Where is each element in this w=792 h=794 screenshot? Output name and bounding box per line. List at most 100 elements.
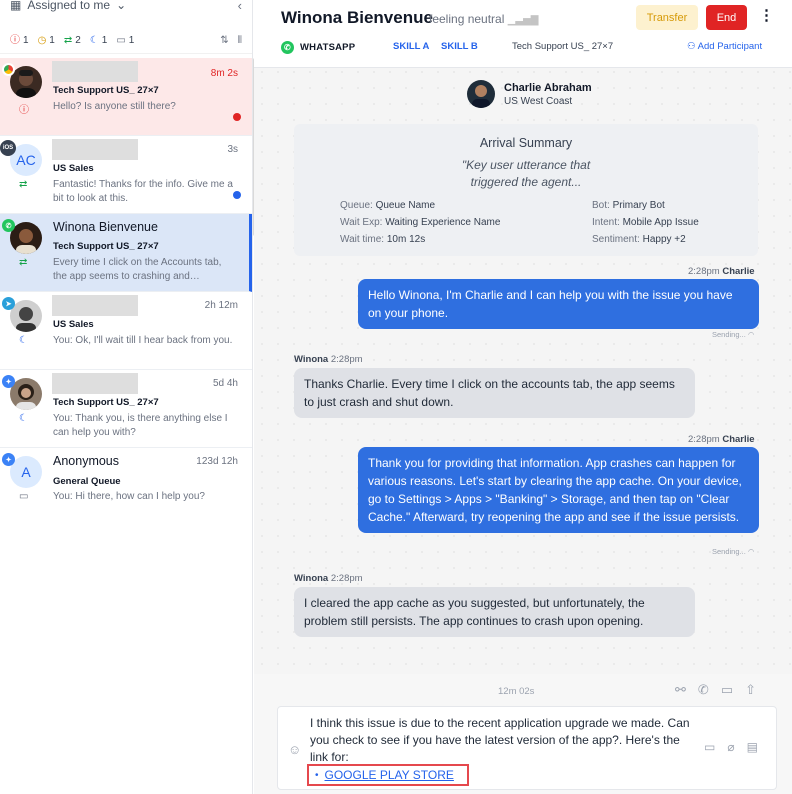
google-play-store-link[interactable]: GOOGLE PLAY STORE bbox=[325, 768, 454, 782]
conversation-preview: You: Thank you, is there anything else I… bbox=[53, 413, 228, 438]
agent-avatar bbox=[467, 80, 495, 108]
redacted-name bbox=[52, 139, 138, 160]
filter-transfer[interactable]: ⇄ 2 bbox=[64, 35, 81, 46]
conversation-queue: US Sales bbox=[53, 163, 94, 174]
bullet: • bbox=[315, 769, 319, 781]
agent-location: US West Coast bbox=[504, 95, 573, 107]
chat-panel: Winona Bienvenue feeling neutral ▁▃▅▇ Tr… bbox=[254, 0, 792, 794]
moon-icon: ☾ bbox=[19, 413, 28, 424]
assigned-label: Assigned to me bbox=[27, 0, 111, 12]
transfer-button[interactable]: Transfer bbox=[636, 5, 698, 30]
video-icon[interactable]: ▭ bbox=[721, 682, 733, 698]
agent-card: Charlie Abraham US West Coast bbox=[467, 80, 592, 108]
clock-icon: ◷ bbox=[37, 34, 47, 46]
conversation-item[interactable]: ⓘ 8m 2s Tech Support US_ 27×7 Hello? Is … bbox=[0, 58, 252, 136]
transfer-icon: ⇄ bbox=[19, 179, 28, 190]
more-options-icon[interactable]: ⋮ bbox=[759, 6, 774, 24]
conversation-preview: You: Ok, I'll wait till I hear back from… bbox=[53, 335, 233, 346]
canned-response-icon[interactable]: ▭ bbox=[704, 740, 715, 754]
message-composer[interactable]: ☺ I think this issue is due to the recen… bbox=[277, 706, 777, 790]
messenger-icon: ✦ bbox=[2, 453, 15, 466]
conversation-meta: ✆ WHATSAPP SKILL A SKILL B Tech Support U… bbox=[281, 41, 781, 55]
chevron-down-icon: ⌄ bbox=[116, 0, 127, 12]
conversation-time: 123d 12h bbox=[196, 456, 238, 467]
filter-snoozed[interactable]: ☾ 1 bbox=[90, 35, 108, 46]
collapse-sidebar-icon[interactable]: ‹ bbox=[238, 0, 242, 13]
filter-alert[interactable]: ⓘ 1 bbox=[10, 35, 29, 46]
conversation-preview: Fantastic! Thanks for the info. Give me … bbox=[53, 179, 233, 204]
conversation-queue: Tech Support US_ 27×7 bbox=[53, 397, 159, 408]
assigned-filter-dropdown[interactable]: ▦ Assigned to me ⌄ bbox=[10, 0, 126, 12]
message-timestamp: 2:28pm Charlie bbox=[688, 434, 755, 445]
conversation-preview: Hello? Is anyone still there? bbox=[53, 101, 176, 112]
summary-queue: Queue: Queue Name bbox=[340, 200, 436, 211]
add-user-icon: ⚇ bbox=[687, 41, 696, 52]
conversation-time: 2h 12m bbox=[204, 300, 238, 311]
message-status: Sending... ◠ bbox=[712, 547, 755, 556]
end-button[interactable]: End bbox=[706, 5, 747, 30]
conversation-item[interactable]: ✦ A ▭ Anonymous 123d 12h General Queue Y… bbox=[0, 448, 252, 520]
signal-bars-icon: ▁▃▅▇ bbox=[507, 15, 539, 26]
conversation-sidebar: ▦ Assigned to me ⌄ ‹ ⓘ 1 ◷ 1 ⇄ 2 ☾ 1 ▭ 1 ⇅ ⦀ … bbox=[0, 0, 253, 794]
filter-chat[interactable]: ▭ 1 bbox=[116, 35, 134, 46]
moon-icon: ☾ bbox=[19, 335, 28, 346]
conversation-queue: General Queue bbox=[53, 476, 121, 487]
sending-spinner-icon: ◠ bbox=[747, 330, 755, 339]
whatsapp-icon: ✆ bbox=[2, 219, 15, 232]
arrival-summary: Arrival Summary "Key user utterance that… bbox=[294, 124, 758, 256]
messenger-icon: ✦ bbox=[2, 375, 15, 388]
redacted-name bbox=[52, 373, 138, 394]
telegram-icon: ➤ bbox=[2, 297, 15, 310]
summary-title: Arrival Summary bbox=[479, 136, 573, 150]
status-filters: ⓘ 1 ◷ 1 ⇄ 2 ☾ 1 ▭ 1 ⇅ ⦀ bbox=[0, 28, 252, 54]
emoji-icon[interactable]: ☺ bbox=[288, 742, 301, 757]
transfer-icon: ⇄ bbox=[19, 257, 28, 268]
sending-spinner-icon: ◠ bbox=[747, 547, 755, 556]
conversation-preview: Every time I click on the Accounts tab, … bbox=[53, 257, 222, 282]
composer-text[interactable]: I think this issue is due to the recent … bbox=[310, 715, 700, 766]
conversation-item-selected[interactable]: ✆ ⇄ Winona Bienvenue Tech Support US_ 27… bbox=[0, 214, 252, 292]
sort-icon[interactable]: ⇅ bbox=[220, 35, 228, 46]
conversation-queue: Tech Support US_ 27×7 bbox=[53, 241, 159, 252]
message-timestamp: 2:28pm Charlie bbox=[688, 266, 755, 277]
chat-header: Winona Bienvenue feeling neutral ▁▃▅▇ Tr… bbox=[254, 0, 792, 68]
customer-name: Winona Bienvenue bbox=[281, 8, 433, 27]
alert-circle-icon: ⓘ bbox=[19, 105, 29, 116]
message-timestamp: Winona 2:28pm bbox=[294, 573, 363, 584]
channel-label: ✆ WHATSAPP bbox=[281, 41, 355, 54]
conversation-preview: You: Hi there, how can I help you? bbox=[53, 491, 205, 502]
highlighted-link: • GOOGLE PLAY STORE bbox=[307, 764, 469, 786]
agent-message: Hello Winona, I'm Charlie and I can help… bbox=[358, 279, 759, 329]
conversation-time: 8m 2s bbox=[210, 68, 238, 79]
alert-circle-icon: ⓘ bbox=[10, 34, 20, 46]
attachment-icon[interactable]: ⌀ bbox=[727, 740, 734, 754]
conversation-item[interactable]: ✦ ☾ 5d 4h Tech Support US_ 27×7 You: Tha… bbox=[0, 370, 252, 448]
conversation-timer: 12m 02s bbox=[498, 686, 535, 697]
chat-icon: ▭ bbox=[19, 491, 29, 502]
message-timestamp: Winona 2:28pm bbox=[294, 354, 363, 365]
conversation-item[interactable]: iOS AC ⇄ 3s US Sales Fantastic! Thanks f… bbox=[0, 136, 252, 214]
agent-name: Charlie Abraham bbox=[504, 81, 592, 94]
conversation-item[interactable]: ➤ ☾ 2h 12m US Sales You: Ok, I'll wait t… bbox=[0, 292, 252, 370]
summary-sentiment: Sentiment: Happy +2 bbox=[592, 234, 686, 245]
summary-wait-time: Wait time: 10m 12s bbox=[340, 234, 426, 245]
filter-waiting[interactable]: ◷ 1 bbox=[38, 35, 55, 46]
agent-message: Thank you for providing that information… bbox=[358, 447, 759, 533]
redacted-name bbox=[52, 61, 138, 82]
add-participant-button[interactable]: ⚇ Add Participant bbox=[687, 41, 762, 52]
moon-icon: ☾ bbox=[89, 34, 99, 46]
customer-message: Thanks Charlie. Every time I click on th… bbox=[294, 368, 695, 418]
skill-b-tag[interactable]: SKILL B bbox=[441, 41, 478, 52]
phone-icon[interactable]: ✆ bbox=[698, 682, 709, 698]
cobrowse-icon[interactable]: ⇧ bbox=[745, 682, 756, 698]
summary-intent: Intent: Mobile App Issue bbox=[592, 217, 699, 228]
conversation-time: 3s bbox=[227, 144, 238, 155]
message-status: Sending... ◠ bbox=[712, 330, 755, 339]
skill-a-tag[interactable]: SKILL A bbox=[393, 41, 429, 52]
redacted-name bbox=[52, 295, 138, 316]
whatsapp-icon: ✆ bbox=[281, 41, 294, 54]
link-icon[interactable]: ⚯ bbox=[675, 682, 686, 698]
conversation-name: Anonymous bbox=[53, 454, 120, 468]
knowledge-base-icon[interactable]: ▤ bbox=[747, 740, 758, 754]
columns-icon[interactable]: ⦀ bbox=[238, 35, 242, 46]
